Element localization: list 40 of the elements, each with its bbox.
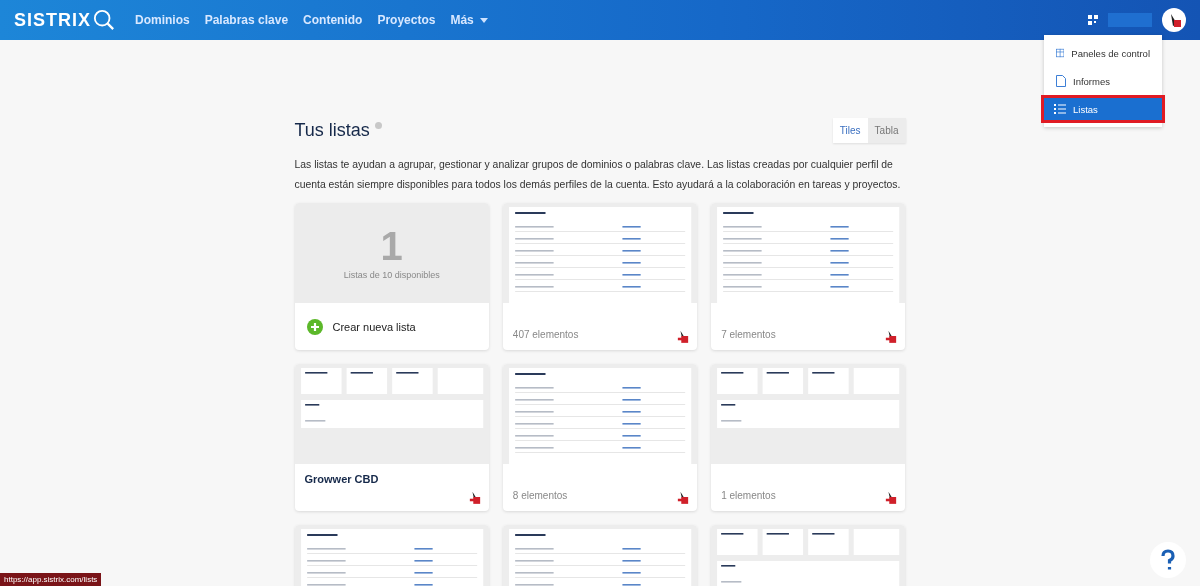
list-icon xyxy=(1054,104,1066,114)
create-label: Crear nueva lista xyxy=(332,320,416,333)
nav-link[interactable]: Más xyxy=(450,13,488,27)
nav-link[interactable]: Proyectos xyxy=(377,13,436,27)
element-count: 8 elementos xyxy=(512,490,568,501)
create-card[interactable]: 1 Listas de 10 disponibles Crear nueva lista xyxy=(294,203,489,350)
element-count: 407 elementos xyxy=(512,329,579,340)
nav-link[interactable]: Dominios xyxy=(135,13,190,27)
list-count: 1 xyxy=(380,226,403,266)
menu-label: Listas xyxy=(1073,103,1098,115)
account-field[interactable] xyxy=(1108,13,1152,27)
nav-link[interactable]: Contenido xyxy=(303,13,363,27)
view-tab[interactable]: Tabla xyxy=(867,118,906,143)
status-bar-url: https://app.sistrix.com/lists xyxy=(0,573,102,586)
list-card[interactable]: 8 elementos xyxy=(502,364,698,511)
search-icon xyxy=(93,9,115,31)
menu-item[interactable]: Listas xyxy=(1041,95,1165,123)
table-icon xyxy=(1056,47,1065,59)
menu-item[interactable]: Paneles de control xyxy=(1047,39,1159,67)
element-count: 7 elementos xyxy=(721,329,776,340)
view-tab[interactable]: Tiles xyxy=(832,118,868,143)
element-count: 1 elementos xyxy=(721,490,776,501)
nav-link[interactable]: Palabras clave xyxy=(204,13,289,27)
help-button[interactable] xyxy=(1150,542,1186,578)
list-title: Growwer CBD xyxy=(304,473,380,485)
apps-icon[interactable] xyxy=(1088,15,1098,25)
page-title: Tus listas xyxy=(294,120,370,141)
avatar-icon[interactable] xyxy=(1162,8,1186,32)
plus-icon xyxy=(306,318,323,335)
list-card[interactable]: 407 elementos xyxy=(502,203,698,350)
available-text: Listas de 10 disponibles xyxy=(343,270,440,280)
menu-item[interactable]: Informes xyxy=(1047,67,1159,95)
document-icon xyxy=(1056,75,1066,87)
description: Las listas te ayudan a agrupar, gestionar y analizar grupos de dominios o palabras clave. Las listas creadas por cualquier perfil de cuenta están siempre disponibles para todos los demás perfiles de la cuenta. Esto ayudará a la colaboración en tareas y proyectos. xyxy=(294,158,902,192)
list-card[interactable]: Growwer CBD xyxy=(294,364,489,511)
list-card[interactable]: 1 elementos xyxy=(711,364,906,511)
logo[interactable]: SISTRIX xyxy=(14,9,91,31)
menu-label: Informes xyxy=(1073,75,1110,87)
list-card[interactable]: 7 elementos xyxy=(711,203,906,350)
menu-label: Paneles de control xyxy=(1071,47,1150,59)
